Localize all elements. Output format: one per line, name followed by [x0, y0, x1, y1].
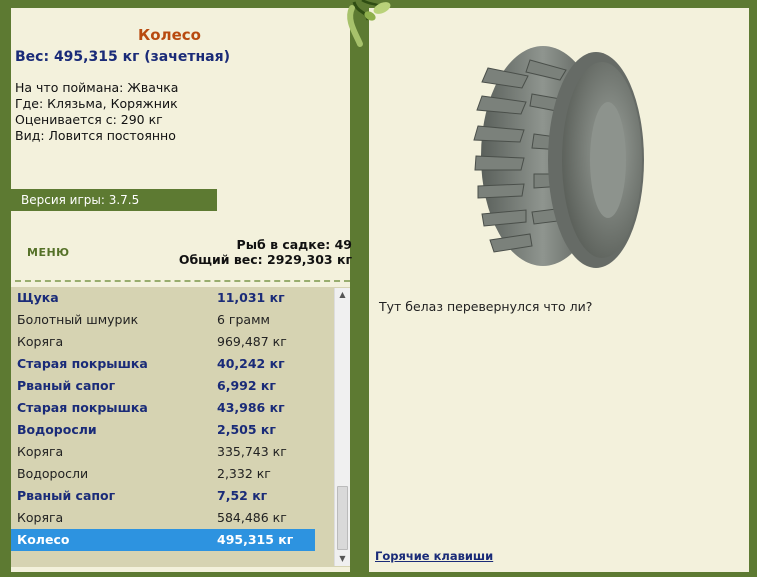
list-item-name: Болотный шмурик: [17, 312, 139, 327]
menu-button[interactable]: МЕНЮ: [27, 246, 70, 259]
list-item[interactable]: Коряга 969,487 кг: [11, 331, 315, 353]
catch-title: Колесо: [138, 26, 201, 44]
scroll-down-icon[interactable]: ▼: [335, 552, 350, 566]
list-item-name: Рваный сапог: [17, 378, 116, 393]
list-item-weight: 6 грамм: [217, 312, 270, 327]
kind-info: Вид: Ловится постоянно: [15, 128, 176, 143]
catch-comment: Тут белаз перевернулся что ли?: [379, 299, 593, 314]
catch-weight: Вес: 495,315 кг (зачетная): [15, 49, 230, 65]
version-bar: Версия игры: 3.7.5: [11, 189, 217, 211]
divider: [15, 280, 350, 282]
vine-ornament-icon: [347, 0, 391, 47]
total-weight: Общий вес: 2929,303 кг: [178, 252, 352, 267]
list-item[interactable]: Рваный сапог 6,992 кг: [11, 375, 315, 397]
location-info: Где: Клязьма, Коряжник: [15, 96, 178, 111]
scroll-thumb[interactable]: [337, 486, 348, 550]
list-item-weight: 584,486 кг: [217, 510, 287, 525]
list-item-weight: 6,992 кг: [217, 378, 276, 393]
list-item-weight: 43,986 кг: [217, 400, 285, 415]
list-item-name: Водоросли: [17, 466, 89, 481]
list-item-weight: 2,332 кг: [217, 466, 271, 481]
scroll-up-icon[interactable]: ▲: [335, 288, 350, 302]
list-item-name: Старая покрышка: [17, 400, 148, 415]
list-item[interactable]: Щука 11,031 кг: [11, 287, 315, 309]
list-item-weight: 335,743 кг: [217, 444, 287, 459]
list-item-weight: 40,242 кг: [217, 356, 285, 371]
list-item-name: Коряга: [17, 334, 64, 349]
bait-info: На что поймана: Жвачка: [15, 80, 179, 95]
list-item-weight: 11,031 кг: [217, 290, 285, 305]
fish-count: Рыб в садке: 49: [236, 237, 352, 252]
list-item-name: Рваный сапог: [17, 488, 116, 503]
list-item-weight: 495,315 кг: [217, 532, 294, 547]
list-scrollbar[interactable]: ▲ ▼: [334, 288, 350, 566]
list-item-name: Коряга: [17, 510, 64, 525]
list-item-weight: 7,52 кг: [217, 488, 268, 503]
price-info: Оценивается с: 290 кг: [15, 112, 163, 127]
list-item[interactable]: Водоросли 2,505 кг: [11, 419, 315, 441]
list-item-name: Водоросли: [17, 422, 97, 437]
list-item-name: Колесо: [17, 532, 70, 547]
list-item[interactable]: Водоросли 2,332 кг: [11, 463, 315, 485]
list-item[interactable]: Колесо 495,315 кг: [11, 529, 315, 551]
list-item[interactable]: Старая покрышка 43,986 кг: [11, 397, 315, 419]
list-item[interactable]: Рваный сапог 7,52 кг: [11, 485, 315, 507]
list-item[interactable]: Болотный шмурик 6 грамм: [11, 309, 315, 331]
hotkeys-link[interactable]: Горячие клавиши: [375, 549, 493, 563]
list-item-weight: 2,505 кг: [217, 422, 276, 437]
list-item-weight: 969,487 кг: [217, 334, 287, 349]
catch-list: Щука 11,031 кг Болотный шмурик 6 грамм Коряг…: [11, 287, 350, 567]
list-item[interactable]: Коряга 584,486 кг: [11, 507, 315, 529]
list-item-name: Коряга: [17, 444, 64, 459]
list-item[interactable]: Коряга 335,743 кг: [11, 441, 315, 463]
list-item[interactable]: Старая покрышка 40,242 кг: [11, 353, 315, 375]
list-item-name: Щука: [17, 290, 59, 305]
tire-image: [473, 46, 644, 268]
list-item-name: Старая покрышка: [17, 356, 148, 371]
